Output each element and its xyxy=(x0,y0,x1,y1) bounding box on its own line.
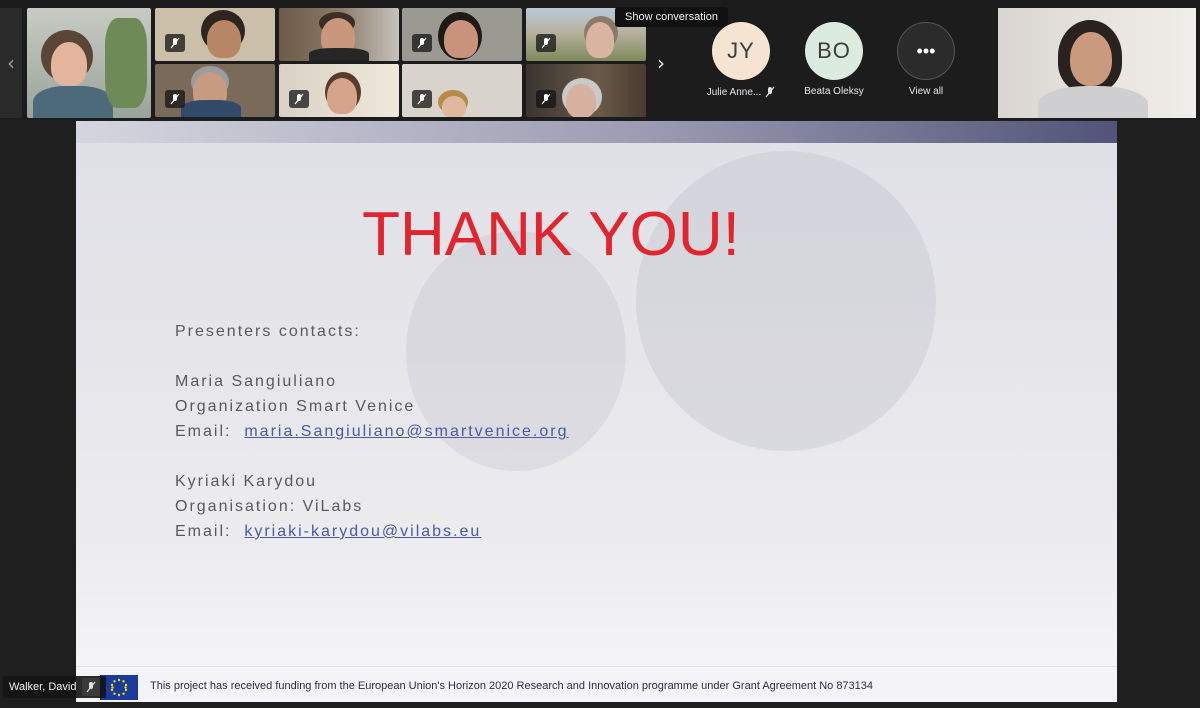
mic-muted-icon xyxy=(765,86,775,98)
mic-muted-icon xyxy=(165,90,185,108)
participant-video-tile[interactable] xyxy=(155,8,275,61)
mic-muted-icon xyxy=(82,678,101,696)
presenter-tag-name: Walker, David xyxy=(9,681,77,693)
mic-muted-icon xyxy=(412,34,432,52)
participant-avatar-bo[interactable]: BO Beata Oleksy xyxy=(794,22,874,97)
avatar: JY xyxy=(712,22,770,80)
participant-video-tile[interactable] xyxy=(155,64,275,117)
mic-muted-icon xyxy=(165,34,185,52)
email-label: Email: xyxy=(175,523,232,540)
slide-footer: This project has received funding from t… xyxy=(76,666,1117,702)
mic-muted-icon xyxy=(536,34,556,52)
participant-name: Beata Oleksy xyxy=(804,86,864,97)
slide-title: THANK YOU! xyxy=(362,200,740,269)
participant-video-tile[interactable] xyxy=(526,64,646,117)
more-icon: ••• xyxy=(897,22,955,80)
participant-name: Julie Anne... xyxy=(706,86,762,98)
email-label: Email: xyxy=(175,423,232,440)
participant-video-tile[interactable] xyxy=(402,64,522,117)
view-all-label: View all xyxy=(908,86,944,97)
participant-video-tile[interactable] xyxy=(279,8,399,61)
presenter-name: Kyriaki Karydou xyxy=(175,473,318,490)
participant-video-tile[interactable] xyxy=(402,8,522,61)
participant-avatar-jy[interactable]: JY Julie Anne... xyxy=(701,22,781,98)
participant-gallery: ‹ › Show conversation JY Julie Anne... B… xyxy=(0,0,1200,120)
self-view-video[interactable] xyxy=(998,8,1196,118)
chevron-left-icon[interactable]: ‹ xyxy=(0,8,22,118)
mic-muted-icon xyxy=(289,90,309,108)
participant-video-tile[interactable] xyxy=(27,8,151,118)
presenter-organization: Organization Smart Venice xyxy=(175,398,416,415)
email-link[interactable]: kyriaki-karydou@vilabs.eu xyxy=(244,523,481,540)
email-link[interactable]: maria.Sangiuliano@smartvenice.org xyxy=(244,423,568,440)
avatar: BO xyxy=(805,22,863,80)
presenter-name: Maria Sangiuliano xyxy=(175,373,338,390)
contacts-heading: Presenters contacts: xyxy=(175,323,361,340)
presenter-organization: Organisation: ViLabs xyxy=(175,498,364,515)
meeting-window: ‹ › Show conversation JY Julie Anne... B… xyxy=(0,0,1200,708)
contacts-block: Presenters contacts: Maria Sangiuliano O… xyxy=(175,319,568,544)
presenter-name-tag: Walker, David xyxy=(3,676,107,698)
shared-presentation-slide: THANK YOU! Presenters contacts: Maria Sa… xyxy=(76,121,1117,702)
mic-muted-icon xyxy=(412,90,432,108)
funding-notice: This project has received funding from t… xyxy=(150,680,874,692)
slide-header-band xyxy=(76,121,1117,143)
mic-muted-icon xyxy=(536,90,556,108)
view-all-button[interactable]: ••• View all xyxy=(886,22,966,97)
participant-video-tile[interactable] xyxy=(279,64,399,117)
